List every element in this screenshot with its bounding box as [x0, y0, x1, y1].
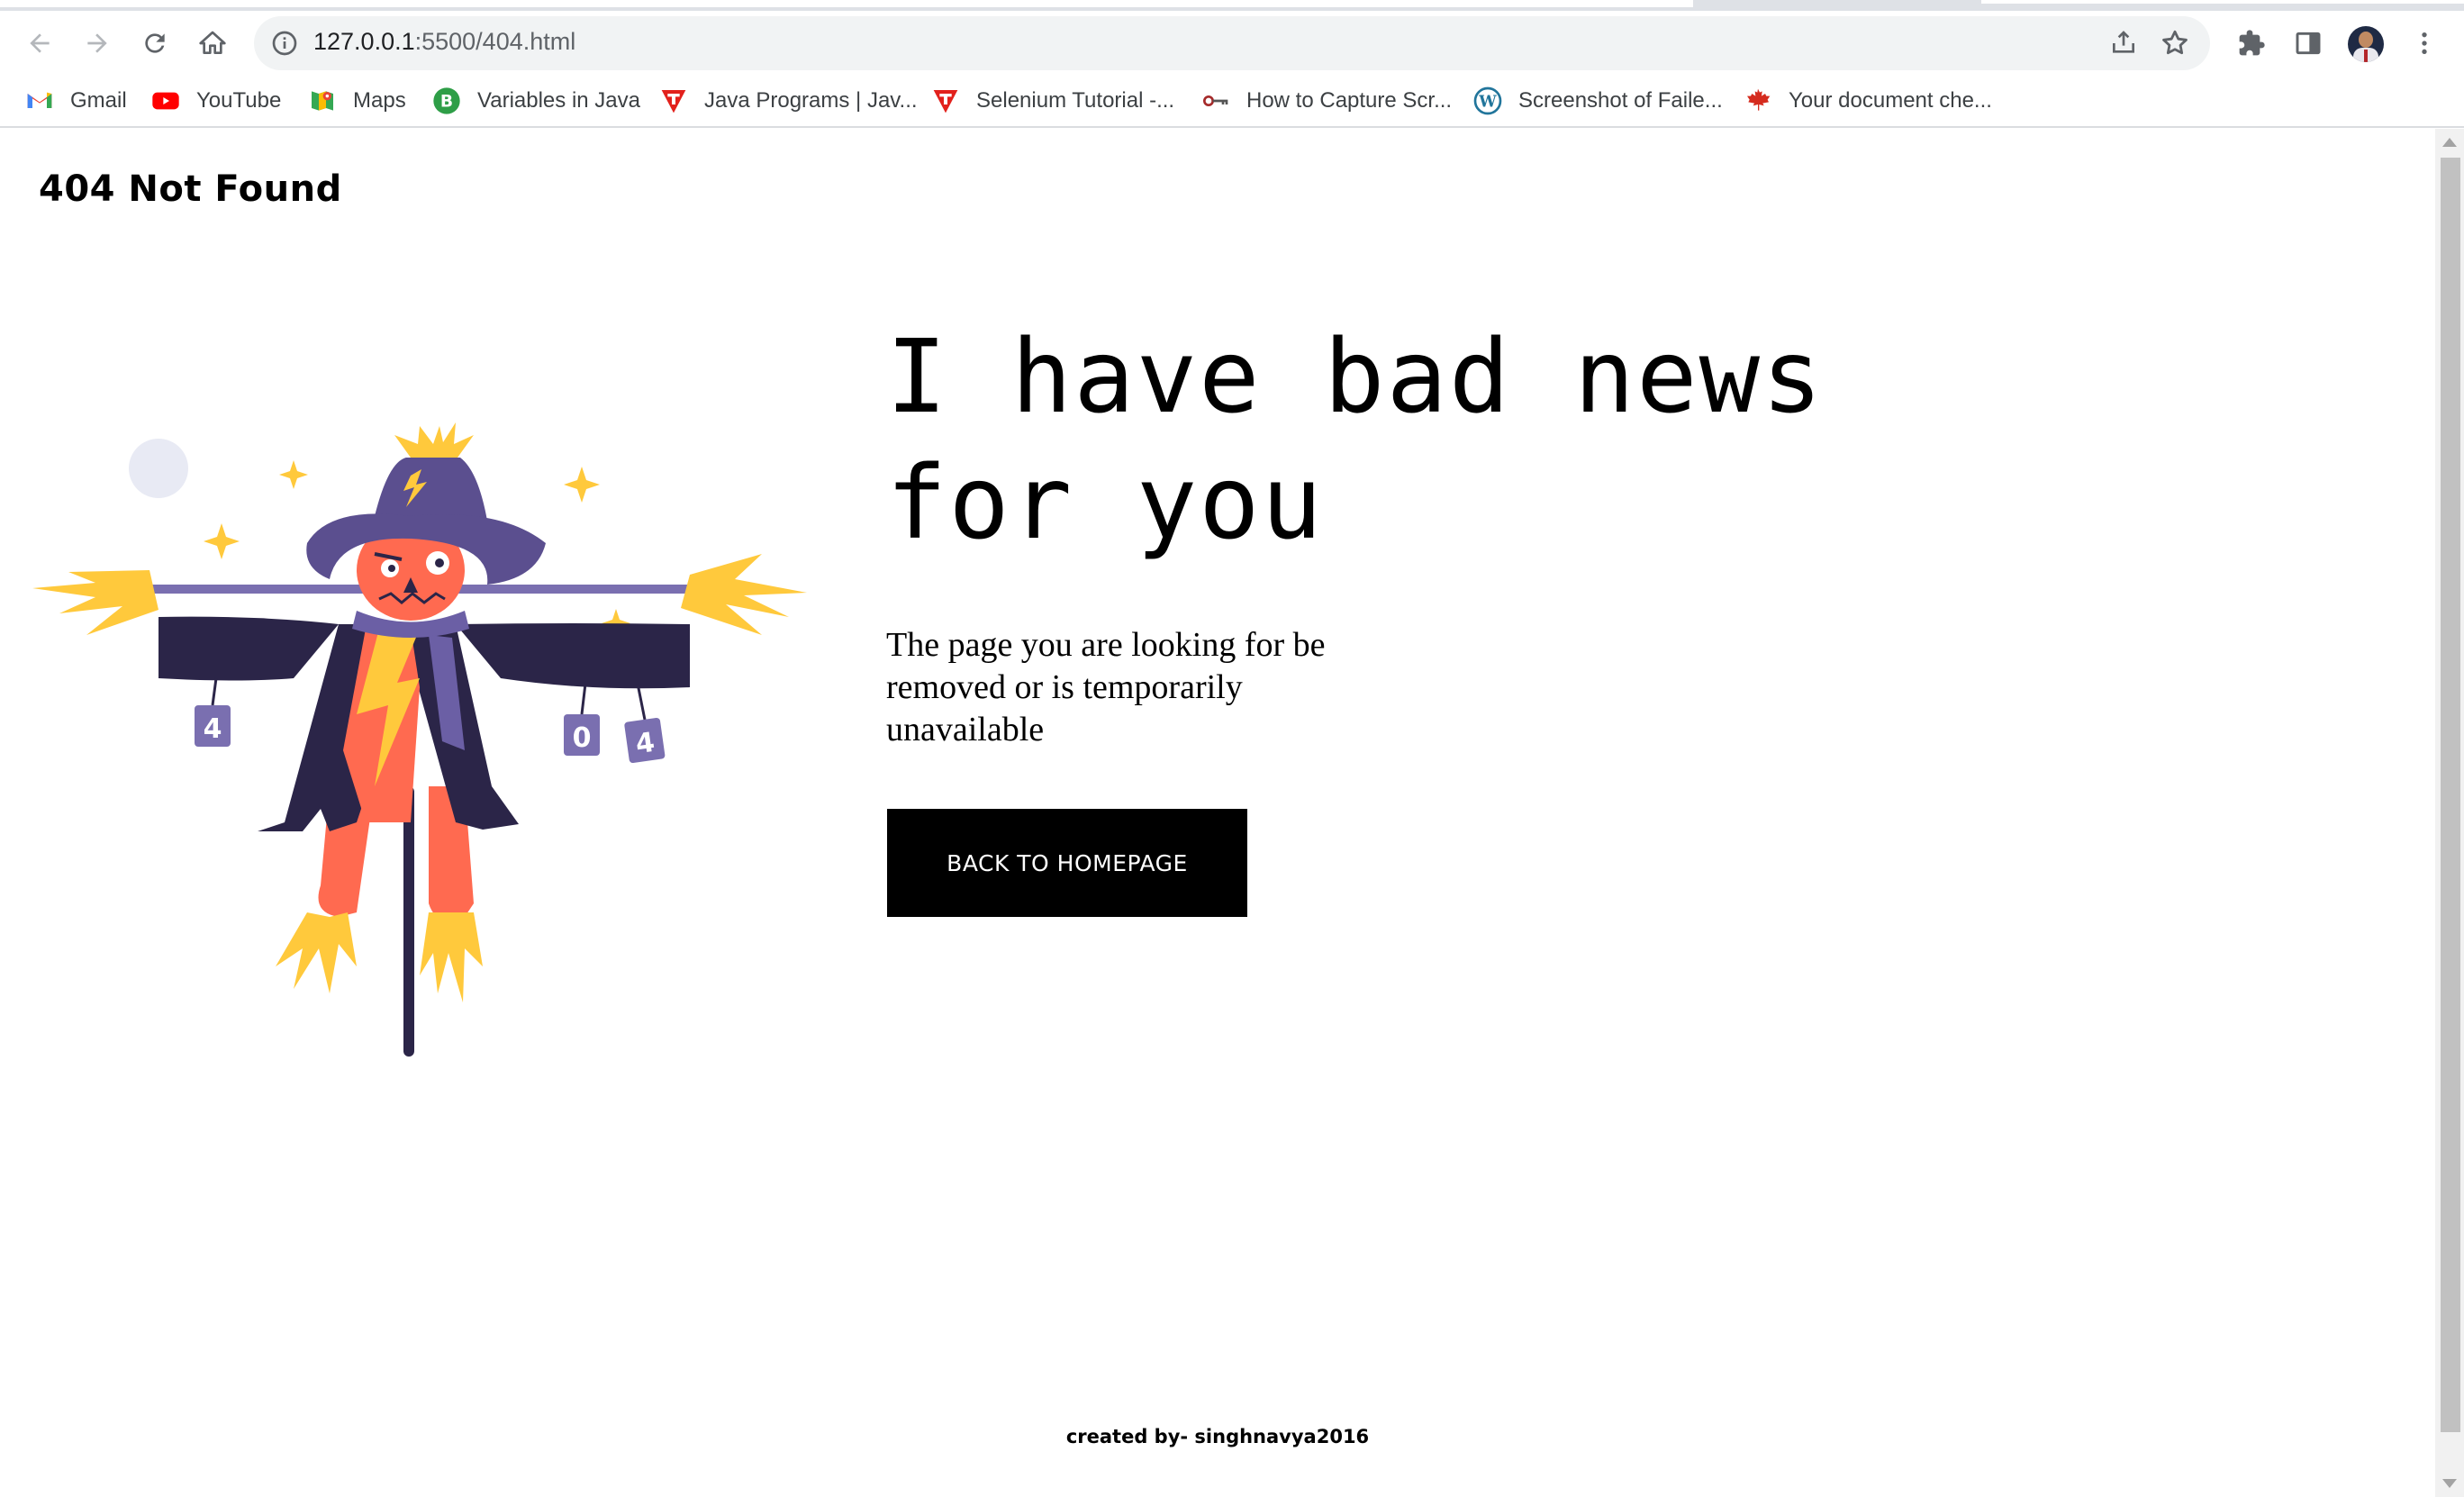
active-tab[interactable] — [0, 0, 1693, 7]
home-icon — [199, 31, 226, 54]
vertical-scrollbar[interactable] — [2435, 129, 2464, 1497]
scroll-down-arrow-icon[interactable] — [2442, 1479, 2457, 1488]
scrollbar-thumb[interactable] — [2441, 158, 2460, 1432]
error-description: The page you are looking for be removed … — [886, 626, 1326, 748]
kebab-menu-icon — [2422, 32, 2427, 54]
bookmark-your-document[interactable]: Your document che... — [1744, 83, 1992, 119]
youtube-icon — [152, 92, 179, 110]
reload-icon — [145, 33, 165, 53]
back-to-homepage-button[interactable]: BACK TO HOMEPAGE — [887, 809, 1247, 917]
bookmark-star-icon[interactable] — [2160, 28, 2190, 59]
forward-button[interactable] — [77, 23, 117, 63]
bookmarks-bar: Gmail YouTube Maps B Variables in Java J… — [0, 76, 2464, 128]
page-viewport: 404 Not Found 4 0 4 I have bad news for … — [0, 129, 2435, 1497]
menu-button[interactable] — [2406, 25, 2442, 61]
side-panel-icon — [2296, 32, 2321, 55]
bookmark-maps[interactable]: Maps — [308, 83, 406, 119]
footer-credit: created by- singhnavya2016 — [1065, 1426, 1370, 1447]
bookmark-screenshot-of-failed[interactable]: W Screenshot of Faile... — [1473, 83, 1723, 119]
key-site-icon — [1203, 95, 1228, 106]
can-label-0: 0 — [573, 722, 592, 754]
profile-avatar[interactable] — [2348, 26, 2384, 62]
scarecrow-illustration: 4 0 4 — [32, 422, 807, 1057]
inactive-tab[interactable] — [1981, 0, 2464, 4]
home-button[interactable] — [193, 23, 232, 63]
tab-strip — [0, 0, 2464, 11]
reload-button[interactable] — [135, 23, 175, 63]
maple-leaf-icon — [1747, 88, 1771, 111]
puzzle-icon — [2239, 30, 2265, 56]
wordpress-icon: W — [1473, 86, 1502, 115]
moon-circle — [129, 439, 188, 498]
page-brand-title: 404 Not Found — [39, 168, 342, 210]
back-button[interactable] — [20, 23, 59, 63]
gmail-icon — [27, 92, 52, 108]
bookmark-gmail[interactable]: Gmail — [25, 83, 127, 119]
headline-line-1: I have bad news — [886, 319, 1825, 436]
back-arrow-icon — [30, 33, 50, 53]
browser-toolbar: 127.0.0.1:5500/404.html — [0, 11, 2464, 76]
bookmark-how-to-capture[interactable]: How to Capture Scr... — [1201, 83, 1452, 119]
scroll-up-arrow-icon[interactable] — [2442, 138, 2457, 147]
svg-text:W: W — [1478, 94, 1497, 112]
bookmark-selenium-tutorial[interactable]: Selenium Tutorial -... — [931, 83, 1174, 119]
headline: I have bad news for you — [886, 314, 1877, 567]
bookmark-youtube[interactable]: YouTube — [151, 83, 281, 119]
forward-arrow-icon — [87, 33, 107, 53]
address-bar[interactable]: 127.0.0.1:5500/404.html — [254, 16, 2210, 70]
info-icon[interactable] — [270, 29, 299, 58]
maps-icon — [312, 91, 333, 111]
variables-site-icon: B — [433, 87, 460, 114]
browser-chrome: 127.0.0.1:5500/404.html Gmail YouTube Ma… — [0, 0, 2464, 129]
url-text[interactable]: 127.0.0.1:5500/404.html — [313, 28, 575, 56]
headline-line-2: for you — [886, 445, 1325, 562]
can-label-4a: 4 — [204, 713, 222, 745]
bookmark-variables-in-java[interactable]: B Variables in Java — [432, 83, 640, 119]
svg-text:B: B — [440, 93, 453, 112]
t-site-icon — [933, 90, 958, 113]
bookmark-java-programs[interactable]: Java Programs | Jav... — [659, 83, 918, 119]
scarecrow-pole — [403, 786, 414, 1057]
side-panel-button[interactable] — [2290, 25, 2326, 61]
share-icon[interactable] — [2109, 29, 2138, 58]
extensions-button[interactable] — [2233, 25, 2269, 61]
t-site-icon — [661, 90, 686, 113]
